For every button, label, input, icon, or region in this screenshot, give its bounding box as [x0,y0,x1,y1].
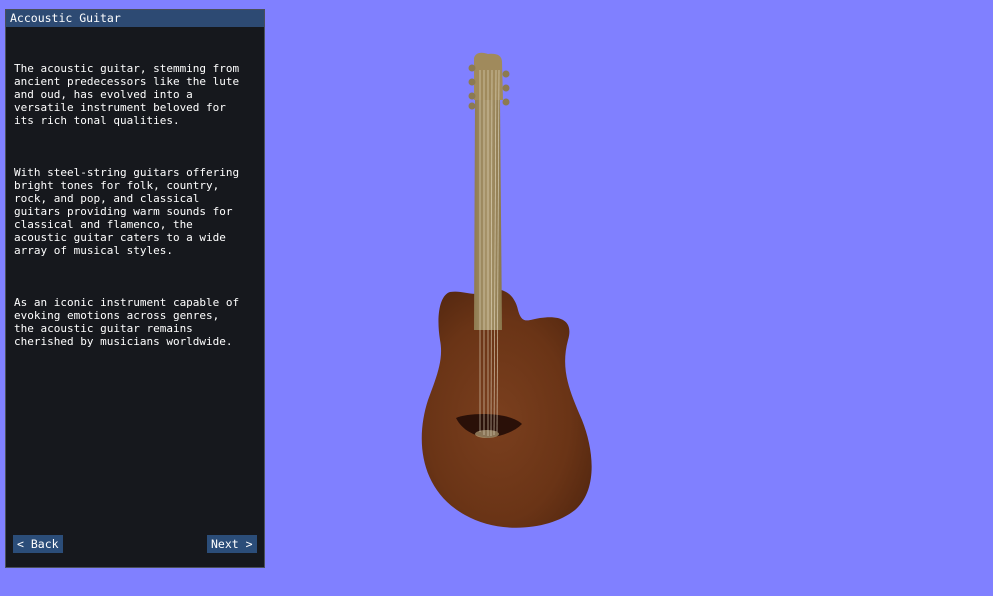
acoustic-guitar-model[interactable] [410,40,610,540]
paragraph-1: The acoustic guitar, stemming from ancie… [14,62,240,127]
paragraph-2: With steel-string guitars offering brigh… [14,166,240,257]
next-button[interactable]: Next > [207,535,257,553]
info-panel: Accoustic Guitar The acoustic guitar, st… [5,9,265,568]
paragraph-3: As an iconic instrument capable of evoki… [14,296,240,348]
guitar-body [421,289,592,528]
back-button[interactable]: < Back [13,535,63,553]
panel-title: Accoustic Guitar [6,10,264,27]
bridge [475,430,499,438]
panel-text: The acoustic guitar, stemming from ancie… [14,36,260,387]
